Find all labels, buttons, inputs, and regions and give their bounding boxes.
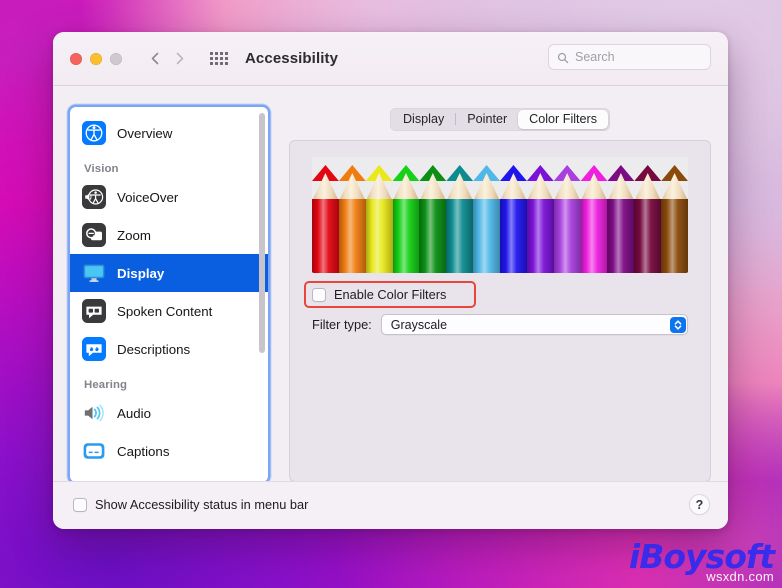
window-footer: Show Accessibility status in menu bar ? bbox=[53, 481, 728, 529]
pencil-4 bbox=[392, 157, 420, 273]
pencil-3 bbox=[365, 157, 393, 273]
pencil-shine bbox=[312, 199, 339, 273]
pencil-12 bbox=[607, 157, 635, 273]
pencil-shine bbox=[634, 199, 662, 273]
search-placeholder: Search bbox=[575, 50, 615, 64]
tab-pointer[interactable]: Pointer bbox=[456, 110, 518, 129]
pencil-shine bbox=[365, 199, 393, 273]
sidebar-item-display[interactable]: Display bbox=[70, 254, 268, 292]
pencil-6 bbox=[446, 157, 474, 273]
sidebar-item-label: Descriptions bbox=[117, 341, 191, 357]
pencil-2 bbox=[338, 157, 366, 273]
descriptions-bubble-icon bbox=[82, 337, 106, 361]
show-status-label: Show Accessibility status in menu bar bbox=[95, 497, 309, 512]
pencil-14 bbox=[661, 157, 688, 273]
pencil-shine bbox=[419, 199, 447, 273]
color-filters-panel: Enable Color Filters Filter type: Graysc… bbox=[289, 140, 711, 482]
pencil-shine bbox=[553, 199, 581, 273]
pencil-shine bbox=[607, 199, 635, 273]
pencil-shine bbox=[500, 199, 527, 273]
zoom-button[interactable] bbox=[110, 52, 122, 65]
sidebar-item-zoom[interactable]: Zoom bbox=[70, 216, 268, 254]
pencil-5 bbox=[419, 157, 447, 273]
pencil-shine bbox=[446, 199, 474, 273]
sidebar-item-descriptions[interactable]: Descriptions bbox=[70, 330, 268, 368]
tab-bar: Display Pointer Color Filters bbox=[289, 107, 711, 131]
pencil-11 bbox=[580, 157, 608, 273]
sidebar-item-label: Display bbox=[117, 265, 165, 281]
search-field[interactable]: Search bbox=[548, 44, 711, 70]
highlight-annotation bbox=[304, 281, 476, 308]
help-button[interactable]: ? bbox=[689, 494, 710, 515]
forward-icon[interactable] bbox=[171, 50, 188, 67]
pencil-1 bbox=[312, 157, 339, 273]
color-pencils-preview bbox=[312, 157, 688, 273]
system-preferences-window: Accessibility Search Overview Vision Voi… bbox=[53, 32, 728, 529]
pencil-shine bbox=[473, 199, 501, 273]
window-body: Overview Vision VoiceOver Zoom Display S… bbox=[53, 86, 728, 529]
voiceover-icon bbox=[82, 185, 106, 209]
tab-color-filters[interactable]: Color Filters bbox=[518, 109, 609, 129]
close-button[interactable] bbox=[70, 52, 82, 65]
show-status-checkbox[interactable] bbox=[73, 497, 87, 512]
pencil-shine bbox=[338, 199, 366, 273]
enable-color-filters-row[interactable]: Enable Color Filters bbox=[304, 281, 688, 308]
pencil-10 bbox=[553, 157, 581, 273]
window-titlebar: Accessibility Search bbox=[53, 32, 728, 86]
sidebar-group-vision: Vision bbox=[84, 163, 119, 175]
sidebar-item-label: Overview bbox=[117, 125, 173, 141]
desktop-background: Accessibility Search Overview Vision Voi… bbox=[0, 0, 782, 588]
sidebar-group-hearing: Hearing bbox=[84, 379, 128, 391]
speech-bubble-icon bbox=[82, 299, 106, 323]
sidebar-item-label: Spoken Content bbox=[117, 303, 213, 319]
pencil-7 bbox=[473, 157, 501, 273]
sidebar-scroll-area[interactable]: Overview Vision VoiceOver Zoom Display S… bbox=[70, 107, 268, 482]
traffic-lights bbox=[70, 52, 122, 65]
pencil-8 bbox=[500, 157, 527, 273]
watermark: iBoysoft wsxdn.com bbox=[628, 536, 775, 584]
accessibility-feature-list[interactable]: Overview Vision VoiceOver Zoom Display S… bbox=[70, 107, 268, 482]
sidebar-item-label: Captions bbox=[117, 443, 170, 459]
sidebar-item-overview[interactable]: Overview bbox=[70, 114, 268, 152]
filter-type-value: Grayscale bbox=[390, 317, 448, 332]
page-title: Accessibility bbox=[245, 50, 339, 67]
filter-type-label: Filter type: bbox=[312, 317, 372, 332]
captions-icon bbox=[82, 439, 106, 463]
filter-type-row: Filter type: Grayscale bbox=[312, 314, 688, 335]
content-pane: Display Pointer Color Filters Enable Col… bbox=[289, 107, 711, 482]
show-status-row[interactable]: Show Accessibility status in menu bar bbox=[73, 497, 308, 512]
speaker-audio-icon bbox=[82, 401, 106, 425]
zoom-magnifier-icon bbox=[82, 223, 106, 247]
chevron-up-down-icon[interactable] bbox=[669, 316, 686, 333]
watermark-brand: iBoysoft bbox=[628, 536, 775, 576]
show-all-grid-icon[interactable] bbox=[210, 52, 228, 65]
pencil-shine bbox=[392, 199, 420, 273]
sidebar-item-label: Zoom bbox=[117, 227, 151, 243]
filter-type-select[interactable]: Grayscale bbox=[380, 314, 688, 335]
accessibility-icon bbox=[82, 121, 106, 145]
sidebar-item-label: VoiceOver bbox=[117, 189, 179, 205]
sidebar-item-voiceover[interactable]: VoiceOver bbox=[70, 178, 268, 216]
tab-group: Display Pointer Color Filters bbox=[389, 107, 611, 131]
sidebar-items: Overview Vision VoiceOver Zoom Display S… bbox=[70, 107, 268, 470]
pencil-shine bbox=[526, 199, 554, 273]
sidebar-item-captions[interactable]: Captions bbox=[70, 432, 268, 470]
tab-display[interactable]: Display bbox=[392, 110, 455, 129]
minimize-button[interactable] bbox=[90, 52, 102, 65]
search-icon bbox=[557, 51, 569, 64]
sidebar-item-spoken-content[interactable]: Spoken Content bbox=[70, 292, 268, 330]
sidebar-scrollbar[interactable] bbox=[259, 113, 265, 353]
pencil-shine bbox=[580, 199, 608, 273]
display-monitor-icon bbox=[82, 261, 106, 285]
sidebar-item-label: Audio bbox=[117, 405, 152, 421]
sidebar-item-audio[interactable]: Audio bbox=[70, 394, 268, 432]
back-icon[interactable] bbox=[147, 50, 164, 67]
pencil-row bbox=[312, 157, 688, 273]
pencil-13 bbox=[634, 157, 662, 273]
navigation-buttons bbox=[147, 50, 188, 67]
watermark-site: wsxdn.com bbox=[706, 569, 774, 584]
pencil-shine bbox=[661, 199, 688, 273]
pencil-9 bbox=[526, 157, 554, 273]
